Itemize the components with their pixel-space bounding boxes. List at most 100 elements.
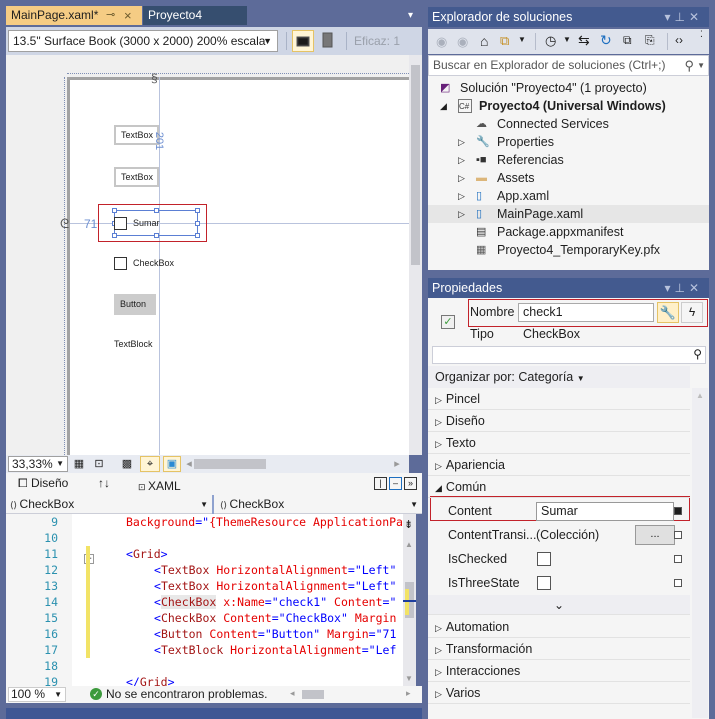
property-category[interactable]: ▷ Interacciones bbox=[428, 660, 690, 682]
property-category[interactable]: ◢ Común bbox=[428, 476, 690, 498]
code-line[interactable]: 16 <Button Content="Button" Margin="71 bbox=[6, 626, 403, 642]
expand-icon[interactable]: ▷ bbox=[458, 133, 465, 151]
code-line[interactable]: 11 <Grid> bbox=[6, 546, 403, 562]
collapse-all-icon[interactable]: ⧉ bbox=[623, 33, 632, 48]
canvas-checkbox-check1[interactable]: Sumar bbox=[114, 216, 160, 232]
editor-zoom-select[interactable]: 100 % ▼ bbox=[8, 687, 66, 702]
dropdown-icon[interactable]: ▾ bbox=[664, 10, 674, 24]
name-field[interactable]: check1 bbox=[518, 303, 654, 322]
code-horizontal-scroll-thumb[interactable] bbox=[302, 690, 324, 699]
code-line[interactable]: 14 <CheckBox x:Name="check1" Content=" bbox=[6, 594, 403, 610]
scroll-thumb[interactable] bbox=[411, 65, 420, 265]
snap-grid-icon[interactable]: ⊡ bbox=[92, 457, 106, 471]
expand-icon[interactable]: ▷ bbox=[458, 187, 465, 205]
tab-design[interactable]: ⧠ Diseño bbox=[18, 476, 68, 491]
collapse-pane-icon[interactable]: » bbox=[404, 477, 417, 490]
canvas-textblock[interactable]: TextBlock bbox=[114, 339, 153, 349]
refresh-icon[interactable]: ↻ bbox=[600, 32, 612, 49]
tree-node[interactable]: ▷ 🔧 Properties bbox=[428, 133, 709, 151]
forward-icon[interactable]: ◉ bbox=[457, 34, 468, 50]
scroll-up-icon[interactable]: ▲ bbox=[405, 540, 413, 549]
chevron-down-icon[interactable]: ▼ bbox=[518, 35, 526, 44]
tab-proyecto4[interactable]: Proyecto4 bbox=[143, 6, 247, 25]
horizontal-split-icon[interactable]: – bbox=[389, 477, 402, 490]
advanced-options-marker[interactable] bbox=[674, 507, 682, 515]
property-category[interactable]: ▷ Apariencia bbox=[428, 454, 690, 476]
grid-icon[interactable]: ▦ bbox=[72, 457, 86, 471]
close-icon[interactable]: × bbox=[124, 6, 132, 25]
home-icon[interactable]: ⌂ bbox=[480, 33, 488, 49]
view-code-icon[interactable]: ‹› bbox=[675, 33, 683, 47]
advanced-options-marker[interactable] bbox=[674, 579, 682, 587]
expand-icon[interactable]: ▷ bbox=[458, 169, 465, 187]
close-icon[interactable]: ✕ bbox=[689, 10, 703, 24]
back-icon[interactable]: ◉ bbox=[436, 34, 447, 50]
canvas-textbox-2[interactable]: TextBox bbox=[114, 167, 159, 187]
resize-handle[interactable] bbox=[195, 221, 200, 226]
ischecked-checkbox[interactable] bbox=[537, 552, 551, 566]
close-icon[interactable]: ✕ bbox=[689, 281, 703, 295]
member-dropdown[interactable]: ⟨⟩ CheckBox ▼ bbox=[216, 495, 422, 514]
resize-handle[interactable] bbox=[154, 208, 159, 213]
xaml-code-editor[interactable]: − 9Background="{ThemeResource Applicatio… bbox=[6, 514, 403, 686]
pin-icon[interactable]: ⊥ bbox=[674, 281, 688, 295]
tab-overflow-dropdown-icon[interactable]: ▾ bbox=[408, 10, 413, 21]
search-icon[interactable]: ⚲ bbox=[684, 56, 694, 75]
portrait-button[interactable] bbox=[317, 30, 339, 52]
resize-handle[interactable] bbox=[195, 233, 200, 238]
code-line[interactable]: 19 </Grid> bbox=[6, 674, 403, 686]
content-field[interactable]: Sumar bbox=[536, 502, 674, 521]
top-anchor-icon[interactable]: § bbox=[151, 71, 158, 85]
show-all-files-icon[interactable]: ⎘ bbox=[645, 33, 655, 48]
code-line[interactable]: 12 <TextBox HorizontalAlignment="Left" bbox=[6, 562, 403, 578]
code-line[interactable]: 18 bbox=[6, 658, 403, 674]
designer-vertical-scrollbar[interactable] bbox=[409, 55, 422, 455]
zoom-select[interactable]: 33,33% ▼ bbox=[8, 456, 68, 472]
vertical-split-icon[interactable]: | bbox=[374, 477, 387, 490]
tree-node[interactable]: ◩ Solución "Proyecto4" (1 proyecto) bbox=[428, 79, 709, 97]
chevron-down-icon[interactable]: ▼ bbox=[563, 35, 571, 44]
scroll-left-icon[interactable]: ◂ bbox=[184, 457, 194, 471]
resize-handle[interactable] bbox=[154, 233, 159, 238]
property-category[interactable]: ▷ Diseño bbox=[428, 410, 690, 432]
resize-handle[interactable] bbox=[195, 208, 200, 213]
advanced-options-marker[interactable] bbox=[674, 555, 682, 563]
designer-horizontal-scroll-thumb[interactable] bbox=[194, 459, 266, 469]
property-category[interactable]: ▷ Varios bbox=[428, 682, 690, 704]
tree-node[interactable]: ▷ ▯ MainPage.xaml bbox=[428, 205, 709, 223]
code-line[interactable]: 10 bbox=[6, 530, 403, 546]
collection-editor-button[interactable]: ... bbox=[635, 525, 675, 545]
properties-view-button[interactable]: 🔧 bbox=[657, 302, 679, 323]
dropdown-icon[interactable]: ▾ bbox=[664, 281, 674, 295]
tree-node[interactable]: ▤ Package.appxmanifest bbox=[428, 223, 709, 241]
tree-node[interactable]: ▦ Proyecto4_TemporaryKey.pfx bbox=[428, 241, 709, 259]
code-line[interactable]: 9 Background="{ThemeResource ApplicationP… bbox=[6, 514, 403, 530]
advanced-options-marker[interactable] bbox=[674, 531, 682, 539]
resize-handle[interactable] bbox=[112, 233, 117, 238]
pin-icon[interactable]: ⊥ bbox=[674, 10, 688, 24]
swap-panes-icon[interactable]: ↑↓ bbox=[98, 476, 110, 490]
switch-views-icon[interactable]: ⧉ bbox=[500, 33, 509, 49]
design-surface[interactable]: § TextBox 201 TextBox Sumar ᘓ 71 CheckBo… bbox=[6, 55, 422, 455]
code-line[interactable]: 17 <TextBlock HorizontalAlignment="Lef bbox=[6, 642, 403, 658]
tab-xaml[interactable]: ⊡ XAML bbox=[138, 479, 181, 493]
property-category[interactable]: ▷ Texto bbox=[428, 432, 690, 454]
tree-node[interactable]: ☁ Connected Services bbox=[428, 115, 709, 133]
tab-mainpage-xaml[interactable]: MainPage.xaml* ⊸ × bbox=[6, 6, 142, 25]
tree-node[interactable]: ▷ ▪■ Referencias bbox=[428, 151, 709, 169]
events-view-button[interactable]: ϟ bbox=[681, 302, 703, 323]
arrange-by-dropdown[interactable]: Organizar por: Categoría ▼ bbox=[428, 366, 690, 388]
resize-handle[interactable] bbox=[112, 208, 117, 213]
tree-node[interactable]: ▷ ▯ App.xaml bbox=[428, 187, 709, 205]
type-dropdown[interactable]: ⟨⟩ CheckBox ▼ bbox=[6, 495, 214, 514]
canvas-checkbox-2[interactable]: CheckBox bbox=[114, 256, 174, 272]
code-line[interactable]: 13 <TextBox HorizontalAlignment="Left" bbox=[6, 578, 403, 594]
split-editor-icon[interactable]: ⇟ bbox=[404, 518, 413, 531]
code-line[interactable]: 15 <CheckBox Content="CheckBox" Margin bbox=[6, 610, 403, 626]
sync-icon[interactable]: ⇆ bbox=[578, 32, 590, 49]
scroll-left-icon[interactable]: ◂ bbox=[290, 688, 295, 699]
scroll-up-icon[interactable]: ▲ bbox=[696, 391, 704, 400]
device-select[interactable]: 13.5" Surface Book (3000 x 2000) 200% es… bbox=[8, 30, 278, 52]
left-anchor-icon[interactable]: ᘓ bbox=[60, 216, 69, 232]
tree-node[interactable]: ◢ C# Proyecto4 (Universal Windows) bbox=[428, 97, 709, 115]
